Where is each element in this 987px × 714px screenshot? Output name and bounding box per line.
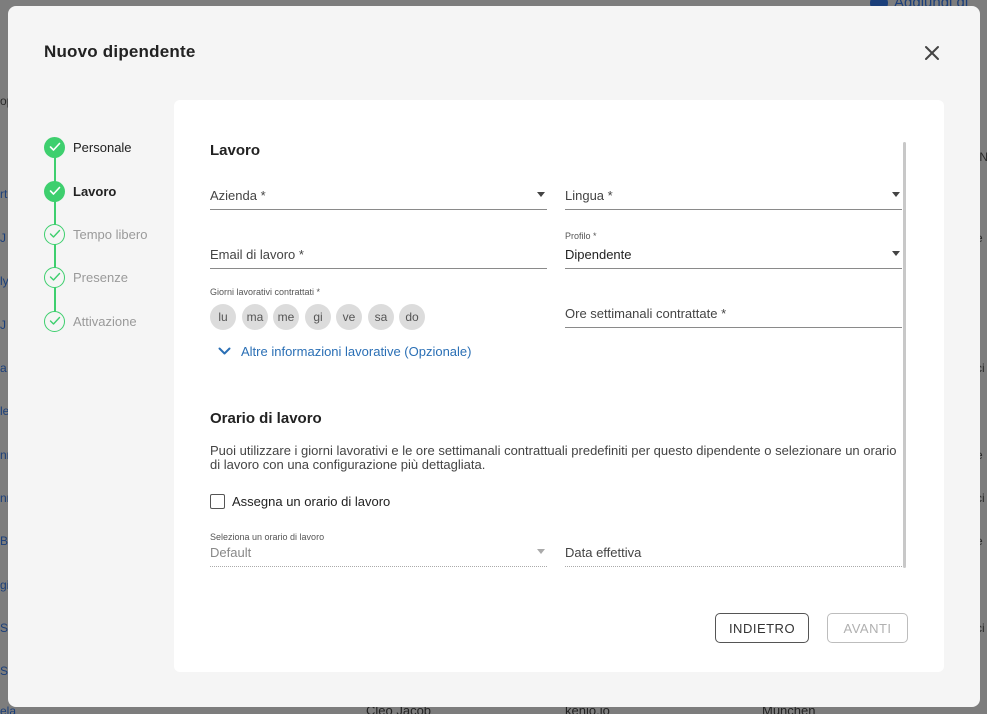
background-link: rt [0,187,8,201]
profile-select[interactable]: Profilo * Dipendente [565,231,902,269]
more-work-info-label: Altre informazioni lavorative (Opzionale… [241,344,472,359]
effective-date-field[interactable]: Data effettiva [565,535,902,567]
step-personale[interactable]: Personale [44,136,132,158]
check-icon [44,266,65,288]
step-label: Tempo libero [73,226,148,242]
step-tempo-libero[interactable]: Tempo libero [44,223,147,245]
dropdown-caret-icon [537,549,545,554]
step-label: Lavoro [73,183,117,199]
dropdown-caret-icon [537,192,545,197]
day-chip-ve[interactable]: ve [336,304,362,330]
day-chip-ma[interactable]: ma [242,304,268,330]
step-presenze[interactable]: Presenze [44,266,128,288]
check-icon [44,223,65,245]
new-employee-dialog: Nuovo dipendente Personale Lavoro Tempo … [8,6,980,707]
schedule-select[interactable]: Seleziona un orario di lavoro Default [210,532,547,567]
work-email-placeholder: Email di lavoro * [210,247,304,262]
check-icon [44,136,65,158]
form-card: Lavoro Azienda * Lingua * Email di lavor… [174,100,944,672]
background-link: J [0,318,6,332]
close-icon [925,46,939,60]
schedule-description: Puoi utilizzare i giorni lavorativi e le… [210,443,897,472]
work-email-field[interactable]: Email di lavoro * [210,237,547,269]
step-label: Personale [73,139,132,155]
day-chip-sa[interactable]: sa [368,304,394,330]
check-icon [44,310,65,332]
section-title-schedule: Orario di lavoro [210,410,322,427]
dialog-title: Nuovo dipendente [44,42,196,61]
profile-value: Dipendente [565,247,632,262]
schedule-select-label: Seleziona un orario di lavoro [210,532,325,542]
background-link: S [0,664,9,678]
next-button[interactable]: AVANTI [827,613,908,643]
step-label: Presenze [73,269,128,285]
day-chip-me[interactable]: me [273,304,299,330]
effective-date-placeholder: Data effettiva [565,545,642,560]
step-label: Attivazione [73,313,137,329]
background-link: a [0,361,7,375]
dropdown-caret-icon [892,251,900,256]
schedule-select-value: Default [210,545,252,560]
assign-schedule-label: Assegna un orario di lavoro [232,494,391,509]
language-placeholder: Lingua * [565,188,613,203]
section-title-work: Lavoro [210,142,261,159]
close-button[interactable] [922,43,942,63]
day-chip-do[interactable]: do [399,304,425,330]
form-scrollbar[interactable] [903,142,906,568]
profile-label: Profilo * [565,231,597,241]
background-link: J [0,231,6,245]
dropdown-caret-icon [892,192,900,197]
background-link: S [0,621,9,635]
work-days-label: Giorni lavorativi contrattati * [210,287,321,297]
weekly-hours-field[interactable]: Ore settimanali contrattate * [565,296,902,328]
step-attivazione[interactable]: Attivazione [44,310,137,332]
assign-schedule-row[interactable]: Assegna un orario di lavoro [210,494,390,509]
back-button[interactable]: INDIETRO [715,613,809,643]
chevron-down-icon [218,347,231,355]
assign-schedule-checkbox[interactable] [210,494,225,509]
day-chip-gi[interactable]: gi [305,304,331,330]
company-select[interactable]: Azienda * [210,178,547,210]
more-work-info-toggle[interactable]: Altre informazioni lavorative (Opzionale… [218,344,471,359]
check-icon [44,180,65,202]
day-chip-lu[interactable]: lu [210,304,236,330]
language-select[interactable]: Lingua * [565,178,902,210]
step-lavoro[interactable]: Lavoro [44,180,116,202]
company-placeholder: Azienda * [210,188,266,203]
weekly-hours-placeholder: Ore settimanali contrattate * [565,306,727,321]
background-link: B [0,534,9,548]
